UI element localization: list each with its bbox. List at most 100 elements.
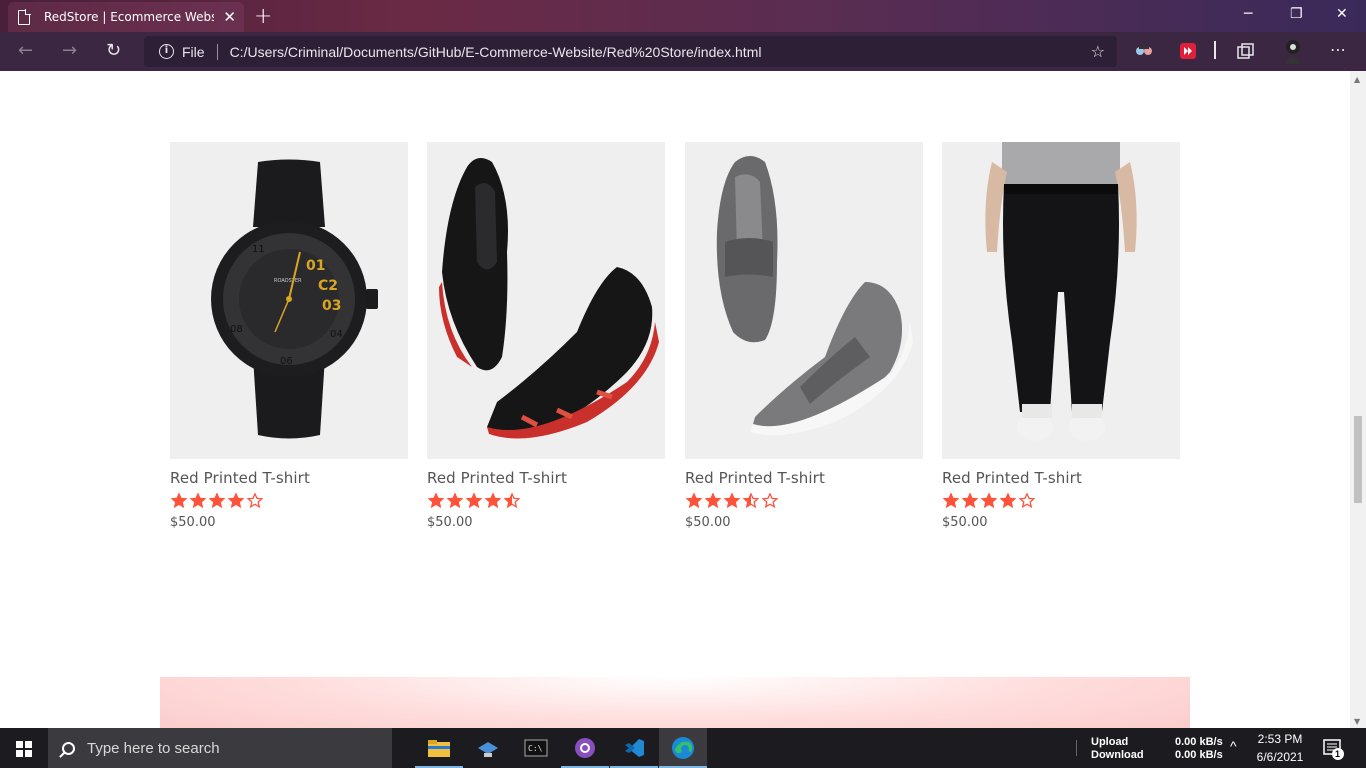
address-toolbar: ← → ↻ i File C:/Users/Criminal/Documents… <box>0 32 1366 71</box>
notification-badge: 1 <box>1335 749 1341 759</box>
svg-text:01: 01 <box>306 258 325 274</box>
star-filled-icon <box>704 493 722 508</box>
more-options-icon[interactable]: ⋯ <box>1330 40 1346 59</box>
product-card[interactable]: 01 C2 03 ROADSTER 11 08 06 04 Red Printe… <box>170 142 408 530</box>
file-label: File <box>182 43 205 60</box>
clock-time: 2:53 PM <box>1257 732 1303 746</box>
wristwatch-image: 01 C2 03 ROADSTER 11 08 06 04 <box>170 142 408 459</box>
windows-taskbar: Type here to search C:\ Upload Download … <box>0 728 1366 768</box>
new-tab-icon[interactable]: + <box>254 4 272 29</box>
scroll-up-icon[interactable]: ▲ <box>1354 75 1360 84</box>
notification-center-icon[interactable]: 1 <box>1322 738 1344 768</box>
star-empty-icon <box>761 493 779 508</box>
product-price: $50.00 <box>942 515 988 530</box>
chevron-up-icon[interactable]: ^ <box>1230 738 1237 768</box>
browser-tab-strip: RedStore | Ecommerce Website D ✕ + ─ ❐ ✕ <box>0 0 1366 32</box>
file-explorer-icon[interactable] <box>415 728 463 768</box>
product-image[interactable]: 01 C2 03 ROADSTER 11 08 06 04 <box>170 142 408 459</box>
download-label: Download <box>1091 749 1144 761</box>
svg-text:11: 11 <box>252 244 265 255</box>
system-clock[interactable]: 2:53 PM 6/6/2021 <box>1252 730 1308 768</box>
product-price: $50.00 <box>685 515 731 530</box>
product-card[interactable]: Red Printed T-shirt $50.00 <box>942 142 1180 530</box>
star-filled-icon <box>465 493 483 508</box>
terminal-icon[interactable]: C:\ <box>512 728 560 768</box>
collections-icon[interactable] <box>1237 43 1255 59</box>
svg-text:03: 03 <box>322 298 341 314</box>
product-image[interactable] <box>685 142 923 459</box>
address-bar[interactable]: i File C:/Users/Criminal/Documents/GitHu… <box>144 36 1117 67</box>
star-filled-icon <box>723 493 741 508</box>
star-empty-icon <box>246 493 264 508</box>
upload-label: Upload <box>1091 736 1129 748</box>
clock-date: 6/6/2021 <box>1256 750 1304 764</box>
slip-on-shoes-image <box>685 142 923 459</box>
svg-text:06: 06 <box>280 356 293 367</box>
vertical-scrollbar[interactable]: ▲ ▼ <box>1350 71 1366 728</box>
browser-tab[interactable]: RedStore | Ecommerce Website D ✕ <box>8 2 244 32</box>
fast-forward-extension-icon[interactable] <box>1180 43 1196 59</box>
product-name[interactable]: Red Printed T-shirt <box>685 469 923 487</box>
extension-icon[interactable] <box>1135 43 1153 59</box>
windows-start-icon[interactable] <box>16 741 32 757</box>
star-filled-icon <box>427 493 445 508</box>
add-favorite-icon[interactable]: ☆ <box>1091 42 1105 61</box>
product-name[interactable]: Red Printed T-shirt <box>427 469 665 487</box>
refresh-icon[interactable]: ↻ <box>106 40 121 61</box>
desktop-app-icon[interactable] <box>464 728 512 768</box>
offer-banner <box>160 677 1190 728</box>
joggers-image <box>942 142 1180 459</box>
github-desktop-icon[interactable] <box>561 728 609 768</box>
star-filled-icon <box>484 493 502 508</box>
minimize-icon[interactable]: ─ <box>1244 6 1252 22</box>
vscode-icon[interactable] <box>610 728 658 768</box>
tray-divider <box>1076 740 1077 756</box>
star-empty-icon <box>1018 493 1036 508</box>
page-icon <box>18 8 31 25</box>
product-image[interactable] <box>427 142 665 459</box>
divider <box>216 43 218 60</box>
product-price: $50.00 <box>170 515 216 530</box>
sneakers-image <box>427 142 665 459</box>
product-image[interactable] <box>942 142 1180 459</box>
star-half-icon <box>503 493 521 508</box>
taskbar-search[interactable]: Type here to search <box>48 728 392 768</box>
star-filled-icon <box>685 493 703 508</box>
star-filled-icon <box>227 493 245 508</box>
rating-stars <box>942 493 1180 511</box>
star-half-icon <box>742 493 760 508</box>
star-filled-icon <box>942 493 960 508</box>
close-window-icon[interactable]: ✕ <box>1336 6 1348 22</box>
toolbar-divider <box>1214 41 1216 59</box>
scroll-down-icon[interactable]: ▼ <box>1354 717 1360 726</box>
product-name[interactable]: Red Printed T-shirt <box>942 469 1180 487</box>
star-filled-icon <box>999 493 1017 508</box>
tab-title: RedStore | Ecommerce Website D <box>44 10 214 24</box>
tab-close-icon[interactable]: ✕ <box>223 8 236 26</box>
forward-icon[interactable]: → <box>62 40 77 61</box>
edge-browser-icon[interactable] <box>659 728 707 768</box>
back-icon[interactable]: ← <box>18 40 33 61</box>
search-icon <box>62 741 75 755</box>
network-speed-values: 0.00 kB/s 0.00 kB/s <box>1175 736 1223 768</box>
product-price: $50.00 <box>427 515 473 530</box>
restore-icon[interactable]: ❐ <box>1290 6 1303 22</box>
star-filled-icon <box>980 493 998 508</box>
search-placeholder: Type here to search <box>87 739 220 757</box>
download-speed: 0.00 kB/s <box>1175 749 1223 761</box>
rating-stars <box>685 493 923 511</box>
scroll-thumb[interactable] <box>1354 416 1362 503</box>
star-filled-icon <box>446 493 464 508</box>
svg-text:C2: C2 <box>318 278 338 294</box>
svg-text:08: 08 <box>230 324 243 335</box>
product-name[interactable]: Red Printed T-shirt <box>170 469 408 487</box>
rating-stars <box>170 493 408 511</box>
star-filled-icon <box>208 493 226 508</box>
product-card[interactable]: Red Printed T-shirt $50.00 <box>685 142 923 530</box>
info-icon[interactable]: i <box>159 44 174 59</box>
star-filled-icon <box>170 493 188 508</box>
url-text[interactable]: C:/Users/Criminal/Documents/GitHub/E-Com… <box>230 44 762 60</box>
web-page: 01 C2 03 ROADSTER 11 08 06 04 Red Printe… <box>0 71 1350 728</box>
profile-avatar-icon[interactable] <box>1282 38 1304 64</box>
product-card[interactable]: Red Printed T-shirt $50.00 <box>427 142 665 530</box>
